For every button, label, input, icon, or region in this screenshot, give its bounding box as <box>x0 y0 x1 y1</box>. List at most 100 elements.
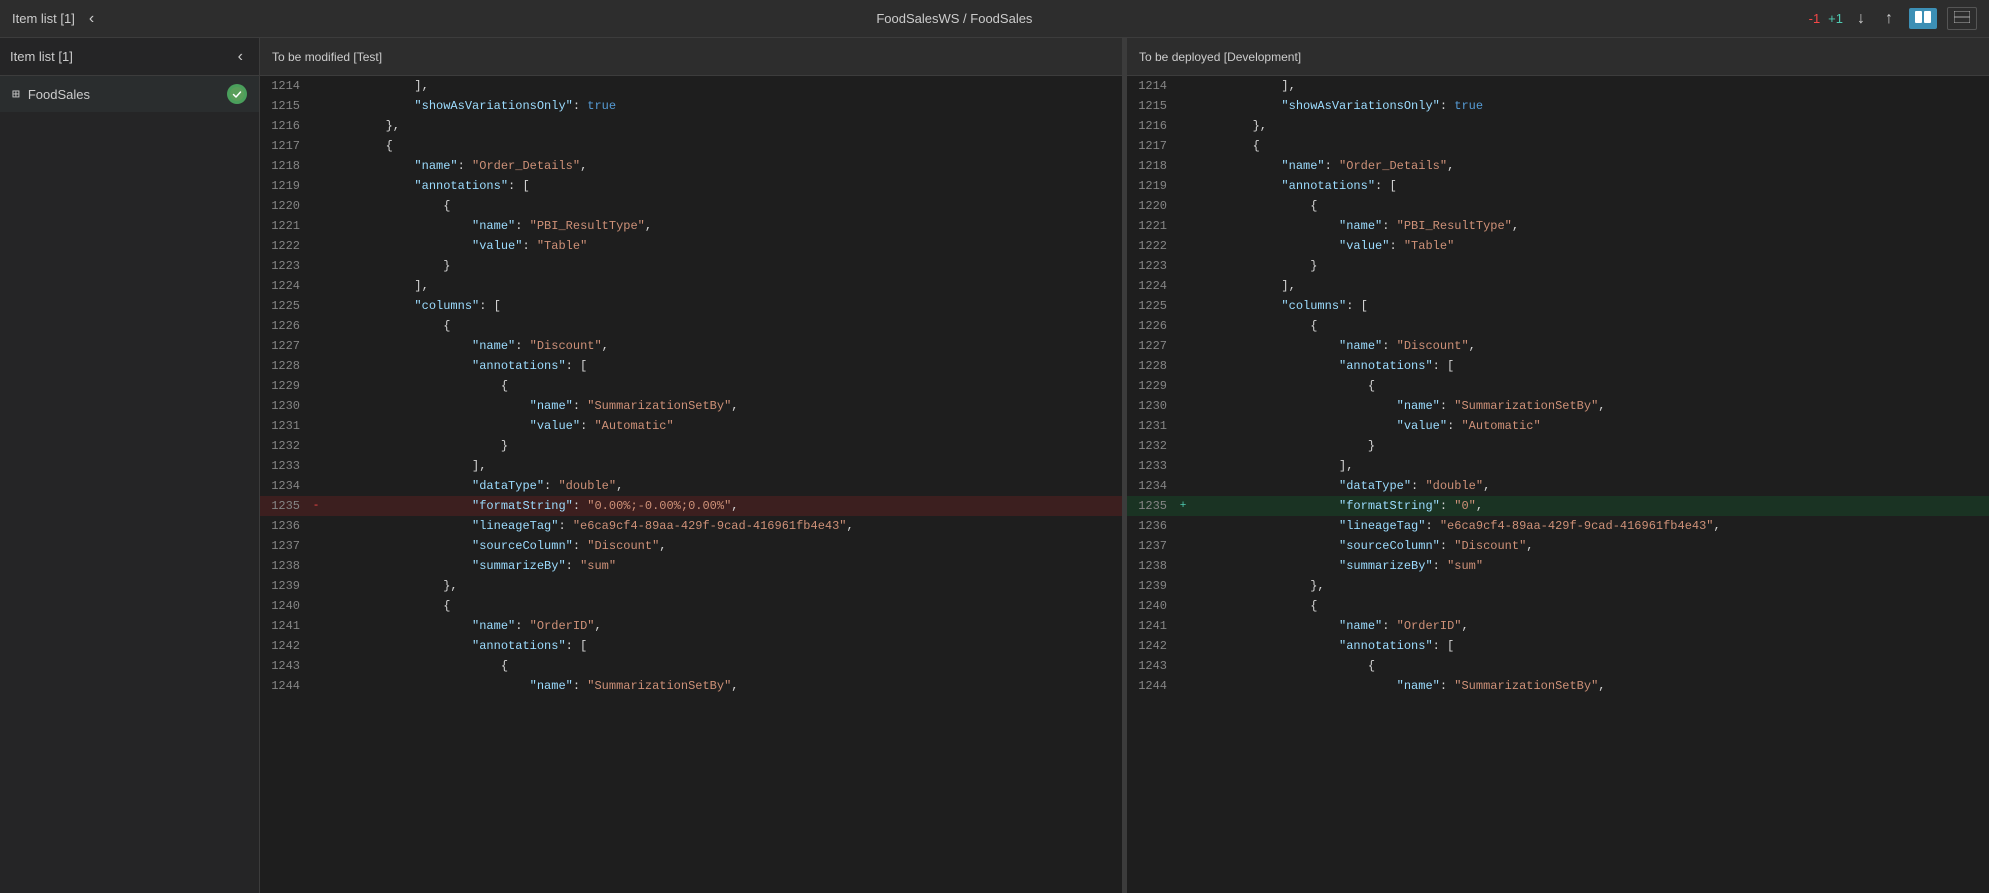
inline-view-button[interactable] <box>1947 7 1977 30</box>
line-code: { <box>324 196 454 216</box>
diff-line-row: 1214 ], <box>260 76 1122 96</box>
line-gutter <box>308 516 324 536</box>
line-code: }, <box>324 576 462 596</box>
line-code: { <box>1191 656 1379 676</box>
diff-line-row: 1238 "summarizeBy": "sum" <box>1127 556 1989 576</box>
main-layout: Item list [1] ‹ ⊞ FoodSales To be modifi… <box>0 38 1989 893</box>
line-gutter <box>1175 196 1191 216</box>
sidebar: Item list [1] ‹ ⊞ FoodSales <box>0 38 260 893</box>
diff-line-row: 1230 "name": "SummarizationSetBy", <box>260 396 1122 416</box>
line-number: 1238 <box>260 556 308 576</box>
diff-line-row: 1224 ], <box>1127 276 1989 296</box>
line-number: 1235 <box>260 496 308 516</box>
navigate-down-button[interactable]: ↓ <box>1851 8 1871 30</box>
right-diff-content[interactable]: 1214 ],1215 "showAsVariationsOnly": true… <box>1127 76 1989 893</box>
diff-line-row: 1229 { <box>260 376 1122 396</box>
line-number: 1218 <box>260 156 308 176</box>
line-code: }, <box>1191 576 1329 596</box>
right-panel-title: To be deployed [Development] <box>1139 50 1301 64</box>
line-number: 1232 <box>260 436 308 456</box>
breadcrumb: FoodSalesWS / FoodSales <box>876 11 1032 26</box>
line-code: "sourceColumn": "Discount", <box>1191 536 1537 556</box>
line-gutter <box>1175 116 1191 136</box>
diff-line-row: 1238 "summarizeBy": "sum" <box>260 556 1122 576</box>
line-gutter <box>1175 256 1191 276</box>
diff-line-row: 1221 "name": "PBI_ResultType", <box>1127 216 1989 236</box>
line-code: "value": "Automatic" <box>1191 416 1545 436</box>
diff-line-row: 1231 "value": "Automatic" <box>1127 416 1989 436</box>
line-gutter <box>1175 176 1191 196</box>
split-view-button[interactable] <box>1909 8 1937 29</box>
line-code: { <box>324 596 454 616</box>
line-number: 1216 <box>1127 116 1175 136</box>
line-number: 1222 <box>260 236 308 256</box>
diff-line-row: 1220 { <box>1127 196 1989 216</box>
line-number: 1226 <box>1127 316 1175 336</box>
diff-line-row: 1237 "sourceColumn": "Discount", <box>260 536 1122 556</box>
line-code: { <box>1191 316 1321 336</box>
sidebar-toggle-button[interactable]: ‹ <box>83 8 100 30</box>
line-code: "name": "PBI_ResultType", <box>324 216 656 236</box>
diff-line-row: 1223 } <box>1127 256 1989 276</box>
line-number: 1236 <box>260 516 308 536</box>
line-gutter <box>1175 676 1191 696</box>
line-code: { <box>324 656 512 676</box>
table-icon: ⊞ <box>12 87 20 102</box>
line-number: 1220 <box>1127 196 1175 216</box>
line-code: { <box>324 316 454 336</box>
line-number: 1221 <box>1127 216 1175 236</box>
line-gutter <box>1175 156 1191 176</box>
diff-line-row: 1225 "columns": [ <box>260 296 1122 316</box>
diff-line-row: 1217 { <box>1127 136 1989 156</box>
line-gutter <box>308 456 324 476</box>
line-gutter: - <box>308 496 324 516</box>
diff-line-row: 1234 "dataType": "double", <box>260 476 1122 496</box>
line-code: "value": "Table" <box>324 236 591 256</box>
line-gutter <box>308 596 324 616</box>
line-code: "name": "SummarizationSetBy", <box>1191 676 1610 696</box>
line-code: "name": "Order_Details", <box>324 156 591 176</box>
diff-line-row: 1218 "name": "Order_Details", <box>260 156 1122 176</box>
diff-line-row: 1215 "showAsVariationsOnly": true <box>260 96 1122 116</box>
diff-line-row: 1236 "lineageTag": "e6ca9cf4-89aa-429f-9… <box>1127 516 1989 536</box>
diff-line-row: 1221 "name": "PBI_ResultType", <box>260 216 1122 236</box>
line-number: 1214 <box>260 76 308 96</box>
diff-line-row: 1217 { <box>260 136 1122 156</box>
line-gutter <box>308 316 324 336</box>
line-code: "summarizeBy": "sum" <box>1191 556 1487 576</box>
line-gutter <box>1175 656 1191 676</box>
line-number: 1232 <box>1127 436 1175 456</box>
line-gutter <box>1175 516 1191 536</box>
line-gutter <box>308 216 324 236</box>
diff-line-row: 1219 "annotations": [ <box>1127 176 1989 196</box>
left-diff-content[interactable]: 1214 ],1215 "showAsVariationsOnly": true… <box>260 76 1122 893</box>
sidebar-item-foodsales[interactable]: ⊞ FoodSales <box>0 76 259 112</box>
line-number: 1230 <box>1127 396 1175 416</box>
diff-line-row: 1235+ "formatString": "0", <box>1127 496 1989 516</box>
line-code: "lineageTag": "e6ca9cf4-89aa-429f-9cad-4… <box>1191 516 1725 536</box>
line-gutter <box>308 156 324 176</box>
line-code: { <box>1191 596 1321 616</box>
line-number: 1242 <box>1127 636 1175 656</box>
sidebar-collapse-button[interactable]: ‹ <box>232 46 249 68</box>
diff-line-row: 1242 "annotations": [ <box>260 636 1122 656</box>
sidebar-item-label: FoodSales <box>28 87 219 102</box>
line-gutter <box>308 236 324 256</box>
line-code: { <box>324 136 397 156</box>
line-code: "showAsVariationsOnly": true <box>1191 96 1487 116</box>
line-gutter <box>308 196 324 216</box>
diff-plus-count: +1 <box>1828 11 1843 26</box>
diff-line-row: 1232 } <box>1127 436 1989 456</box>
diff-line-row: 1227 "name": "Discount", <box>1127 336 1989 356</box>
line-code: "columns": [ <box>1191 296 1372 316</box>
line-gutter <box>1175 216 1191 236</box>
line-gutter <box>308 376 324 396</box>
line-code: } <box>324 256 454 276</box>
line-number: 1217 <box>260 136 308 156</box>
line-gutter <box>308 416 324 436</box>
line-gutter <box>308 556 324 576</box>
line-code: "annotations": [ <box>1191 176 1401 196</box>
diff-line-row: 1228 "annotations": [ <box>1127 356 1989 376</box>
diff-line-row: 1215 "showAsVariationsOnly": true <box>1127 96 1989 116</box>
navigate-up-button[interactable]: ↑ <box>1879 8 1899 30</box>
